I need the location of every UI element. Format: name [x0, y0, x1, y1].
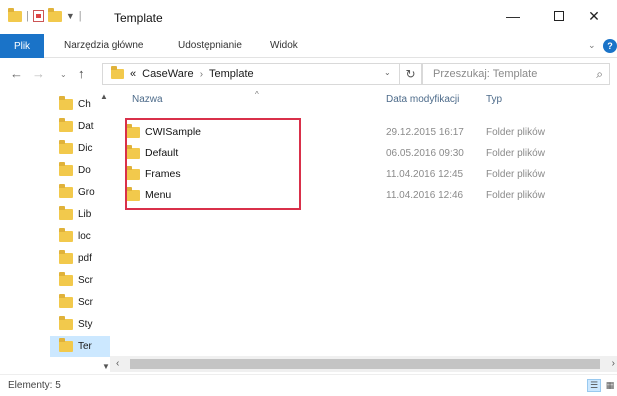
folder-icon	[111, 66, 124, 79]
folder-icon	[59, 228, 73, 242]
folder-icon	[59, 96, 73, 110]
folder-icon	[59, 140, 73, 154]
address-dropdown-icon[interactable]: ⌄	[384, 68, 391, 77]
folder-icon	[59, 162, 73, 176]
scroll-down-icon[interactable]: ▼	[102, 362, 110, 371]
refresh-button[interactable]: ↻	[400, 63, 422, 85]
nav-item[interactable]: Gro	[50, 182, 110, 203]
nav-item-label: Scr	[78, 297, 93, 308]
nav-item[interactable]: Sty	[50, 314, 110, 335]
nav-item-label: Dic	[78, 143, 93, 154]
ribbon: Plik Narzędzia główne Udostępnianie Wido…	[0, 34, 617, 58]
column-header-name[interactable]: Nazwa	[132, 94, 163, 105]
up-arrow-icon[interactable]: ↑	[78, 66, 85, 81]
breadcrumb-template[interactable]: Template	[209, 68, 254, 80]
details-view-icon[interactable]: ☰	[587, 379, 601, 392]
nav-item-label: Ter	[78, 341, 92, 352]
file-date: 06.05.2016 09:30	[386, 148, 464, 159]
refresh-icon: ↻	[405, 67, 416, 81]
nav-item[interactable]: Scr	[50, 292, 110, 313]
customize-toolbar-icon[interactable]: ▼	[66, 11, 75, 21]
column-header-date[interactable]: Data modyfikacji	[386, 94, 459, 105]
nav-item-label: pdf	[78, 253, 92, 264]
tab-view[interactable]: Widok	[270, 40, 298, 51]
folder-icon	[59, 118, 73, 132]
item-count: Elementy: 5	[8, 380, 61, 391]
search-icon[interactable]: ⌕	[596, 67, 603, 82]
search-box[interactable]: ⌕	[422, 63, 610, 85]
file-type: Folder plików	[486, 169, 545, 180]
horizontal-scrollbar[interactable]: ‹ ›	[110, 356, 617, 372]
file-date: 11.04.2016 12:45	[386, 169, 464, 180]
close-button[interactable]: ✕	[571, 0, 617, 32]
nav-item-label: Sty	[78, 319, 93, 330]
folder-icon	[59, 184, 73, 198]
scrollbar-thumb[interactable]	[130, 359, 600, 369]
address-prefix[interactable]: «	[130, 68, 136, 80]
toolbar-separator: |	[26, 10, 29, 22]
folder-icon	[59, 294, 73, 308]
scroll-right-icon[interactable]: ›	[612, 358, 615, 369]
folder-icon	[59, 250, 73, 264]
nav-item[interactable]: Scr	[50, 270, 110, 291]
file-date: 29.12.2015 16:17	[386, 127, 464, 138]
nav-item[interactable]: Lib	[50, 204, 110, 225]
breadcrumb-separator[interactable]: ›	[200, 69, 203, 80]
file-type: Folder plików	[486, 127, 545, 138]
nav-item[interactable]: Do	[50, 160, 110, 181]
nav-item-label: Scr	[78, 275, 93, 286]
nav-item[interactable]: pdf	[50, 248, 110, 269]
breadcrumb-caseware[interactable]: CaseWare	[142, 68, 194, 80]
folder-icon	[8, 7, 22, 22]
nav-item-label: loc	[78, 231, 91, 242]
maximize-icon	[554, 11, 564, 21]
nav-item[interactable]: Dat	[50, 116, 110, 137]
folder-icon	[59, 272, 73, 286]
scroll-up-icon[interactable]: ▲	[100, 92, 108, 101]
file-type: Folder plików	[486, 190, 545, 201]
address-bar[interactable]: « CaseWare › Template	[102, 63, 400, 85]
nav-item-label: Gro	[78, 187, 95, 198]
large-icons-view-icon[interactable]: ▦	[603, 379, 617, 392]
minimize-button[interactable]: —	[490, 0, 536, 32]
nav-item[interactable]: Dic	[50, 138, 110, 159]
new-folder-icon[interactable]	[47, 7, 62, 22]
column-header-type[interactable]: Typ	[486, 94, 502, 105]
help-button[interactable]: ?	[603, 39, 617, 53]
folder-icon	[59, 316, 73, 330]
folder-icon	[59, 338, 73, 352]
nav-item[interactable]: Ter	[50, 336, 110, 357]
file-list: Nazwa ^ Data modyfikacji Typ CWISample 29…	[110, 90, 617, 356]
nav-item-label: Do	[78, 165, 91, 176]
window-title: Template	[114, 11, 163, 25]
search-input[interactable]	[433, 68, 583, 80]
file-type: Folder plików	[486, 148, 545, 159]
nav-item-label: Ch	[78, 99, 91, 110]
sort-ascending-icon: ^	[255, 90, 259, 99]
nav-item-label: Lib	[78, 209, 92, 220]
highlight-box	[125, 118, 301, 210]
toolbar-separator: |	[78, 10, 82, 22]
address-row: ← → ⌄ ↑ « CaseWare › Template ⌄ ↻ ⌕	[0, 58, 617, 90]
tab-home[interactable]: Narzędzia główne	[64, 40, 144, 51]
title-bar: | ▼ | Template — ✕	[0, 0, 617, 34]
tab-share[interactable]: Udostępnianie	[178, 40, 242, 51]
status-bar: Elementy: 5 ☰ ▦	[0, 374, 617, 396]
recent-locations-icon[interactable]: ⌄	[60, 70, 67, 79]
file-date: 11.04.2016 12:46	[386, 190, 464, 201]
quick-access-toolbar: | ▼ |	[8, 7, 82, 22]
forward-arrow-icon[interactable]: →	[32, 66, 45, 81]
properties-icon[interactable]	[32, 10, 44, 22]
back-arrow-icon[interactable]: ←	[10, 66, 23, 81]
expand-ribbon-icon[interactable]: ⌄	[588, 40, 596, 51]
nav-item-label: Dat	[78, 121, 94, 132]
tab-file[interactable]: Plik	[0, 34, 44, 58]
navigation-pane: Ch Dat Dic Do Gro Lib loc pdf Scr Scr Sty Ter	[50, 90, 110, 372]
scroll-left-icon[interactable]: ‹	[116, 358, 119, 369]
folder-icon	[59, 206, 73, 220]
nav-item[interactable]: loc	[50, 226, 110, 247]
